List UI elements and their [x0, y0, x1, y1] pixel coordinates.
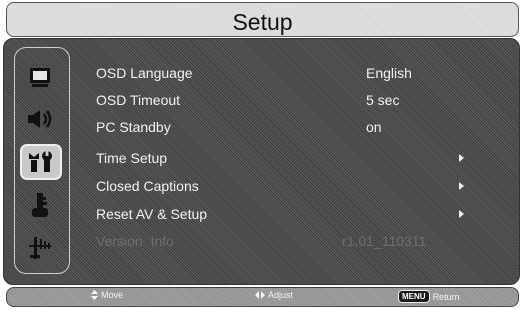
page-title: Setup: [232, 9, 293, 35]
sound-icon[interactable]: [20, 102, 60, 136]
footer-hint-bar: Move Adjust MENU Return: [6, 287, 519, 307]
menu-item-version-info: Version Info r1.01_110311: [96, 233, 496, 255]
menu-item-closed-captions[interactable]: Closed Captions: [96, 178, 496, 200]
menu-item-value: r1.01_110311: [342, 233, 427, 249]
up-down-arrows-icon: [91, 290, 98, 300]
menu-item-osd-language[interactable]: OSD Language English: [96, 65, 496, 87]
menu-item-value: on: [366, 119, 382, 135]
left-right-arrows-icon: [255, 291, 265, 299]
submenu-arrow-icon: [459, 154, 464, 162]
title-bar: Setup: [6, 2, 519, 37]
submenu-arrow-icon: [459, 182, 464, 190]
return-label: Return: [432, 291, 460, 302]
menu-item-label: OSD Timeout: [96, 92, 181, 108]
menu-item-value: English: [366, 65, 412, 81]
antenna-channel-icon[interactable]: [20, 230, 60, 264]
menu-key-badge: MENU: [398, 290, 430, 303]
menu-item-osd-timeout[interactable]: OSD Timeout 5 sec: [96, 92, 496, 114]
adjust-label: Adjust: [268, 290, 294, 300]
picture-icon[interactable]: [20, 60, 60, 94]
menu-item-value: 5 sec: [366, 92, 400, 108]
move-label: Move: [101, 290, 124, 300]
setup-tools-icon[interactable]: [20, 144, 62, 180]
menu-item-label: PC Standby: [96, 119, 171, 135]
adjust-hint: Adjust: [255, 290, 293, 300]
submenu-arrow-icon: [459, 210, 464, 218]
menu-item-label: Time Setup: [96, 150, 168, 166]
return-hint: MENU Return: [398, 290, 460, 303]
menu-item-reset-av-setup[interactable]: Reset AV & Setup: [96, 206, 496, 228]
osd-menu: Setup OSD Language English OSD Timeout 5…: [0, 0, 523, 309]
menu-item-pc-standby[interactable]: PC Standby on: [96, 119, 496, 141]
move-hint: Move: [91, 290, 123, 300]
menu-item-label: Reset AV & Setup: [96, 206, 208, 222]
menu-item-label: Version Info: [96, 233, 174, 249]
menu-item-label: OSD Language: [96, 65, 193, 81]
menu-item-label: Closed Captions: [96, 178, 199, 194]
lock-key-icon[interactable]: [20, 188, 60, 222]
menu-item-time-setup[interactable]: Time Setup: [96, 150, 496, 172]
